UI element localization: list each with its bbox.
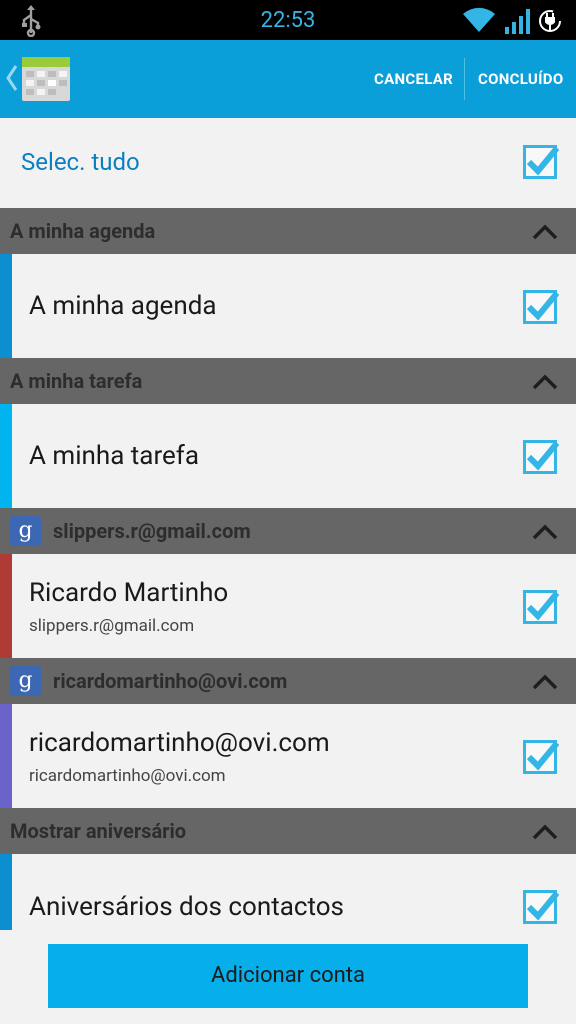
select-all-checkbox[interactable] xyxy=(523,143,559,179)
battery-charging-icon xyxy=(539,10,561,32)
chevron-up-icon[interactable] xyxy=(532,674,558,690)
select-all-label: Selec. tudo xyxy=(21,148,140,176)
section-header-my-calendar[interactable]: A minha agenda xyxy=(0,208,576,254)
cancel-button[interactable]: CANCELAR xyxy=(374,40,454,118)
calendar-checkbox[interactable] xyxy=(523,888,559,924)
calendar-color-bar xyxy=(0,554,12,658)
back-chevron-icon[interactable] xyxy=(5,62,19,94)
calendar-color-bar xyxy=(0,404,12,508)
section-header-title: Mostrar aniversário xyxy=(10,819,187,843)
google-icon: g xyxy=(10,666,41,696)
calendar-checkbox[interactable] xyxy=(523,288,559,324)
calendar-color-bar xyxy=(0,854,12,930)
wifi-icon xyxy=(463,7,495,32)
calendar-item-subtitle: slippers.r@gmail.com xyxy=(29,616,195,636)
section-header-ovi-account[interactable]: g ricardomartinho@ovi.com xyxy=(0,658,576,704)
calendar-item-title: A minha agenda xyxy=(29,291,217,321)
select-all-row[interactable]: Selec. tudo xyxy=(0,118,576,208)
calendar-item-title: Aniversários dos contactos xyxy=(29,892,344,922)
section-header-google-account[interactable]: g slippers.r@gmail.com xyxy=(0,508,576,554)
calendar-checkbox[interactable] xyxy=(523,438,559,474)
calendar-checkbox[interactable] xyxy=(523,588,559,624)
chevron-up-icon[interactable] xyxy=(532,824,558,840)
calendar-checkbox[interactable] xyxy=(523,738,559,774)
calendar-item-my-calendar[interactable]: A minha agenda xyxy=(0,254,576,358)
calendar-item-ovi[interactable]: ricardomartinho@ovi.com ricardomartinho@… xyxy=(0,704,576,808)
chevron-up-icon[interactable] xyxy=(532,374,558,390)
calendar-item-title: Ricardo Martinho xyxy=(29,578,229,608)
section-header-birthdays[interactable]: Mostrar aniversário xyxy=(0,808,576,854)
calendar-color-bar xyxy=(0,704,12,808)
calendar-item-google[interactable]: Ricardo Martinho slippers.r@gmail.com xyxy=(0,554,576,658)
status-bar: 22:53 xyxy=(0,0,576,40)
calendar-app-icon[interactable] xyxy=(22,57,70,101)
calendar-item-contact-birthdays[interactable]: Aniversários dos contactos xyxy=(0,854,576,930)
section-header-title: A minha agenda xyxy=(10,219,156,243)
calendar-item-subtitle: ricardomartinho@ovi.com xyxy=(29,766,226,786)
bottom-bar: Adicionar conta xyxy=(0,930,576,1024)
action-divider xyxy=(464,58,465,100)
signal-icon xyxy=(505,9,530,34)
done-button[interactable]: CONCLUÍDO xyxy=(478,40,574,118)
action-bar: CANCELAR CONCLUÍDO xyxy=(0,40,576,118)
add-account-button[interactable]: Adicionar conta xyxy=(48,944,528,1008)
chevron-up-icon[interactable] xyxy=(532,224,558,240)
calendar-list[interactable]: Selec. tudo A minha agenda A minha agend… xyxy=(0,118,576,930)
section-header-title: ricardomartinho@ovi.com xyxy=(53,669,288,693)
section-header-title: A minha tarefa xyxy=(10,369,143,393)
calendar-item-title: A minha tarefa xyxy=(29,441,199,471)
calendar-item-title: ricardomartinho@ovi.com xyxy=(29,728,330,758)
chevron-up-icon[interactable] xyxy=(532,524,558,540)
google-icon: g xyxy=(10,516,41,546)
section-header-my-task[interactable]: A minha tarefa xyxy=(0,358,576,404)
calendar-color-bar xyxy=(0,254,12,358)
calendar-item-my-task[interactable]: A minha tarefa xyxy=(0,404,576,508)
section-header-title: slippers.r@gmail.com xyxy=(53,519,251,543)
